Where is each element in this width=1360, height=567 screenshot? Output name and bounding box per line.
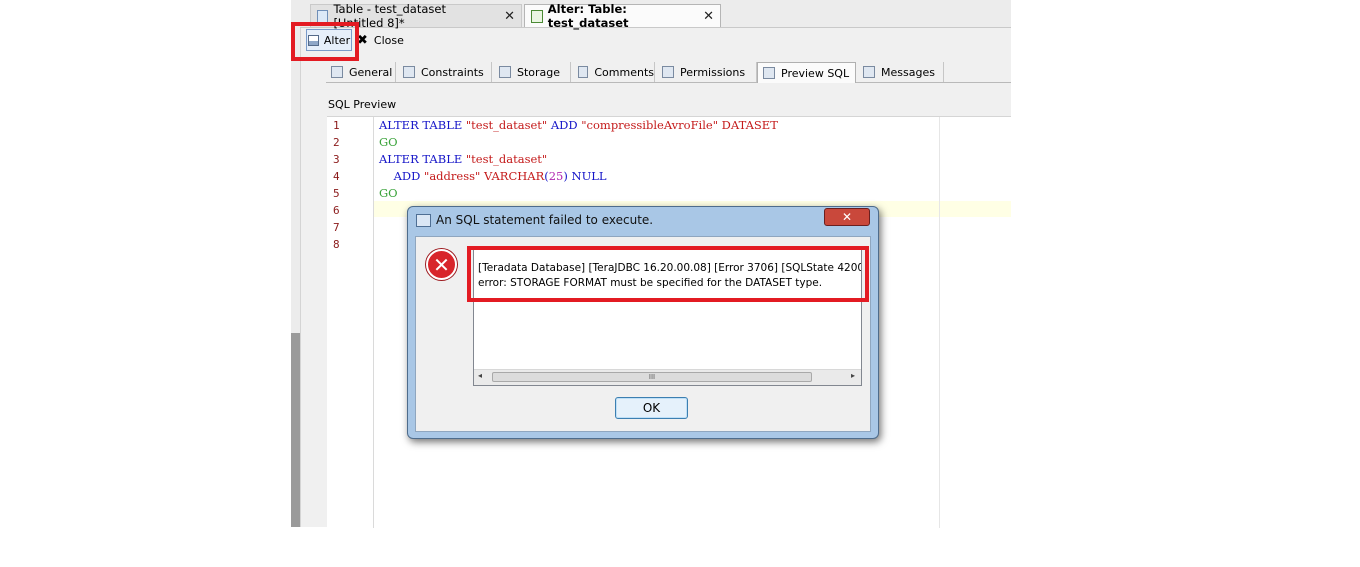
error-dialog: An SQL statement failed to execute. ✕ ✕ … — [407, 206, 879, 439]
tab-messages[interactable]: Messages — [858, 62, 944, 82]
sql-keyword: TABLE — [422, 118, 463, 132]
tab-label: Preview SQL — [781, 66, 850, 80]
dialog-db-icon — [416, 214, 431, 227]
tab-label: Comments — [594, 65, 654, 79]
code-line-2: GO — [379, 135, 398, 149]
error-highlight-box — [467, 246, 869, 302]
sql-keyword: ADD — [393, 169, 421, 183]
sql-keyword: ALTER — [379, 152, 419, 166]
comments-icon — [578, 66, 589, 78]
preview-sql-icon — [763, 67, 775, 79]
sql-type: DATASET — [721, 118, 778, 132]
tab-storage[interactable]: Storage — [494, 62, 571, 82]
sql-string: "address" — [424, 169, 481, 183]
close-icon[interactable]: ✕ — [504, 9, 515, 24]
sql-paren: ) — [563, 169, 568, 183]
left-panel-strip — [291, 0, 301, 527]
sql-keyword: ALTER — [379, 118, 419, 132]
tab-permissions[interactable]: Permissions — [657, 62, 757, 82]
line-number: 4 — [333, 170, 340, 183]
tab-label: Messages — [881, 65, 935, 79]
close-button-label: Close — [373, 33, 404, 47]
alter-table-icon — [531, 9, 543, 23]
permissions-icon — [662, 66, 674, 78]
line-number: 3 — [333, 153, 340, 166]
tab-label: Alter: Table: test_dataset — [547, 2, 629, 30]
horizontal-scrollbar[interactable]: ◂ III ▸ — [474, 369, 861, 385]
sql-keyword: NULL — [571, 169, 607, 183]
right-margin-line — [939, 117, 940, 528]
tab-label: Storage — [517, 65, 561, 79]
sql-keyword: ADD — [550, 118, 578, 132]
error-icon: ✕ — [426, 249, 457, 280]
code-line-5: GO — [379, 186, 398, 200]
tab-comments[interactable]: Comments — [573, 62, 655, 82]
scroll-left-icon[interactable]: ◂ — [478, 371, 482, 380]
scroll-right-icon[interactable]: ▸ — [851, 371, 855, 380]
alter-highlight-box — [291, 22, 359, 61]
property-tab-bar: General Constraints Storage Comments Per… — [326, 62, 1011, 83]
sql-type: VARCHAR — [483, 169, 545, 183]
toolbar: Alter ✖ Close — [300, 28, 1011, 56]
code-line-1: ALTER TABLE "test_dataset" ADD "compress… — [379, 118, 778, 132]
constraints-icon — [403, 66, 415, 78]
tab-label: General — [349, 65, 393, 79]
messages-icon — [863, 66, 875, 78]
sql-string: "test_dataset" — [465, 118, 548, 132]
line-number: 1 — [333, 119, 340, 132]
tab-constraints[interactable]: Constraints — [398, 62, 492, 82]
dialog-title: An SQL statement failed to execute. — [436, 213, 654, 227]
tab-alter-table[interactable]: Alter: Table: test_dataset ✕ — [524, 2, 721, 30]
line-number: 6 — [333, 204, 340, 217]
tab-label: Constraints — [421, 65, 484, 79]
line-number: 7 — [333, 221, 340, 234]
ok-button[interactable]: OK — [615, 397, 688, 419]
line-number: 5 — [333, 187, 340, 200]
sql-keyword: TABLE — [422, 152, 463, 166]
scroll-thumb[interactable]: III — [492, 372, 812, 382]
close-icon[interactable]: ✕ — [703, 9, 714, 24]
dialog-close-button[interactable]: ✕ — [824, 208, 870, 226]
sql-string: "test_dataset" — [465, 152, 548, 166]
left-panel-scroll[interactable] — [291, 333, 300, 527]
table-icon — [317, 9, 329, 23]
line-number: 8 — [333, 238, 340, 251]
general-icon — [331, 66, 343, 78]
close-button[interactable]: ✖ Close — [357, 29, 404, 51]
tab-general[interactable]: General — [326, 62, 396, 82]
tab-label: Permissions — [680, 65, 746, 79]
tab-preview-sql[interactable]: Preview SQL — [757, 62, 856, 83]
code-line-4: ADD "address" VARCHAR(25) NULL — [379, 169, 607, 183]
storage-icon — [499, 66, 511, 78]
code-line-3: ALTER TABLE "test_dataset" — [379, 152, 547, 166]
editor-tab-bar: Table - test_dataset [Untitled 8]* ✕ Alt… — [300, 0, 1011, 30]
line-number: 2 — [333, 136, 340, 149]
sql-number: 25 — [548, 169, 564, 183]
sql-preview-label: SQL Preview — [328, 98, 397, 111]
sql-string: "compressibleAvroFile" — [581, 118, 719, 132]
